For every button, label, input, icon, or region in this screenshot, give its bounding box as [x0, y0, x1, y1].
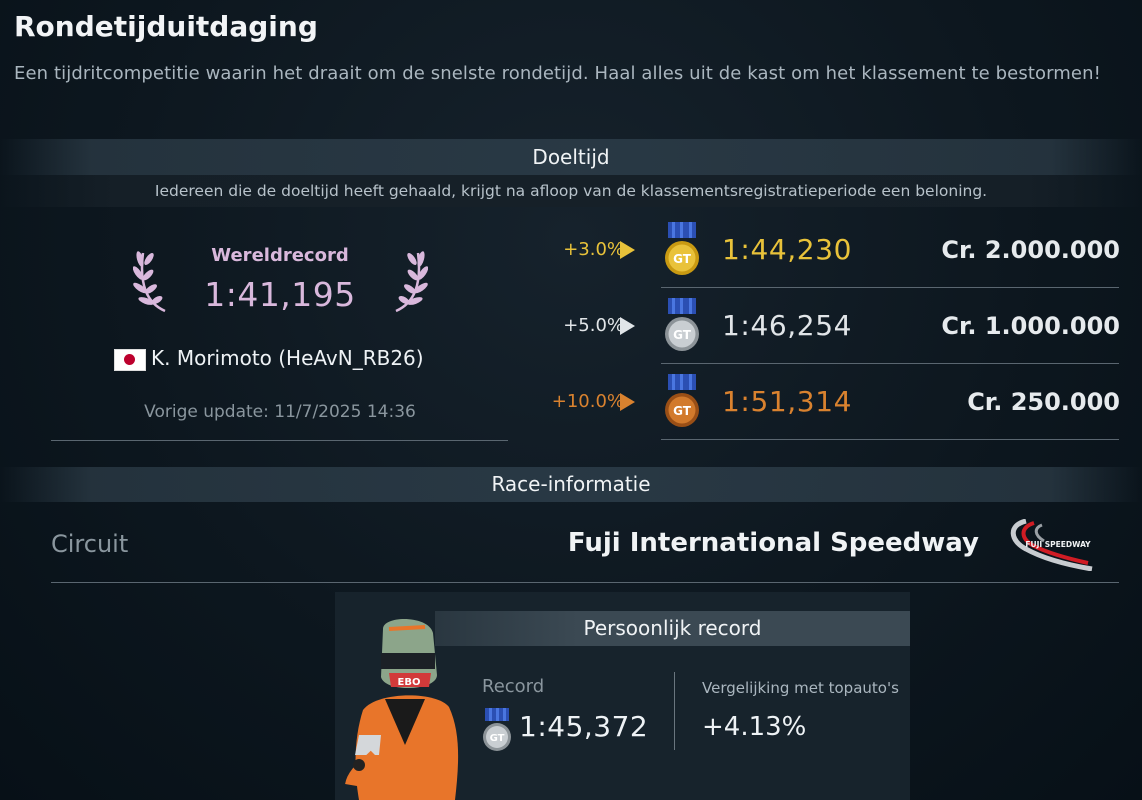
- circuit-name: Fuji International Speedway: [567, 528, 979, 558]
- svg-text:GT: GT: [673, 252, 692, 266]
- tier-percent: +3.0%: [563, 239, 624, 260]
- target-tier-gold: +3.0% GT 1:44,230 Cr. 2.000.000: [520, 212, 1120, 288]
- tier-reward: Cr. 1.000.000: [941, 312, 1120, 340]
- arrow-right-icon: [620, 317, 635, 335]
- divider: [51, 582, 1119, 583]
- target-time-subtitle: Iedereen die de doeltijd heeft gehaald, …: [0, 175, 1142, 207]
- divider: [51, 440, 508, 441]
- svg-text:EBO: EBO: [398, 677, 421, 688]
- arrow-right-icon: [620, 241, 635, 259]
- record-value: 1:45,372: [519, 710, 649, 743]
- divider: [674, 672, 675, 750]
- comparison-label: Vergelijking met topauto's: [702, 679, 899, 697]
- tier-percent: +5.0%: [563, 315, 624, 336]
- record-label: Record: [482, 676, 545, 697]
- tier-reward: Cr. 2.000.000: [941, 236, 1120, 264]
- fuji-speedway-logo-icon: FUJI SPEEDWAY: [1010, 519, 1093, 571]
- page-title: Rondetijduitdaging: [14, 10, 318, 43]
- tier-percent: +10.0%: [551, 391, 624, 412]
- race-info-header: Race-informatie: [0, 467, 1142, 502]
- page-description: Een tijdritcompetitie waarin het draait …: [14, 63, 1101, 84]
- bronze-medal-icon: GT: [665, 374, 699, 427]
- svg-text:GT: GT: [490, 733, 505, 744]
- target-tier-bronze: +10.0% GT 1:51,314 Cr. 250.000: [520, 364, 1120, 440]
- tier-time: 1:46,254: [722, 309, 853, 342]
- world-record-driver[interactable]: K. Morimoto (HeAvN_RB26): [151, 346, 424, 370]
- svg-text:GT: GT: [673, 404, 692, 418]
- comparison-value: +4.13%: [702, 712, 807, 742]
- silver-medal-icon: GT: [483, 708, 511, 751]
- divider: [661, 439, 1119, 440]
- world-record-time: 1:41,195: [204, 275, 356, 314]
- svg-text:GT: GT: [673, 328, 692, 342]
- arrow-right-icon: [620, 393, 635, 411]
- target-tier-silver: +5.0% GT 1:46,254 Cr. 1.000.000: [520, 288, 1120, 364]
- last-update: Vorige update: 11/7/2025 14:36: [144, 402, 416, 422]
- target-time-header: Doeltijd: [0, 139, 1142, 175]
- japan-flag-icon: [114, 349, 146, 371]
- tier-time: 1:51,314: [722, 385, 853, 418]
- driver-avatar: EBO: [345, 618, 459, 800]
- silver-medal-icon: GT: [665, 298, 699, 351]
- circuit-label: Circuit: [51, 530, 129, 558]
- tier-reward: Cr. 250.000: [967, 388, 1120, 416]
- laurel-right-icon: [395, 251, 428, 313]
- personal-record-header: Persoonlijk record: [435, 611, 910, 646]
- world-record-label: Wereldrecord: [211, 245, 349, 266]
- tier-time: 1:44,230: [722, 233, 853, 266]
- laurel-left-icon: [133, 251, 166, 313]
- svg-text:FUJI SPEEDWAY: FUJI SPEEDWAY: [1025, 540, 1091, 549]
- gold-medal-icon: GT: [665, 222, 699, 275]
